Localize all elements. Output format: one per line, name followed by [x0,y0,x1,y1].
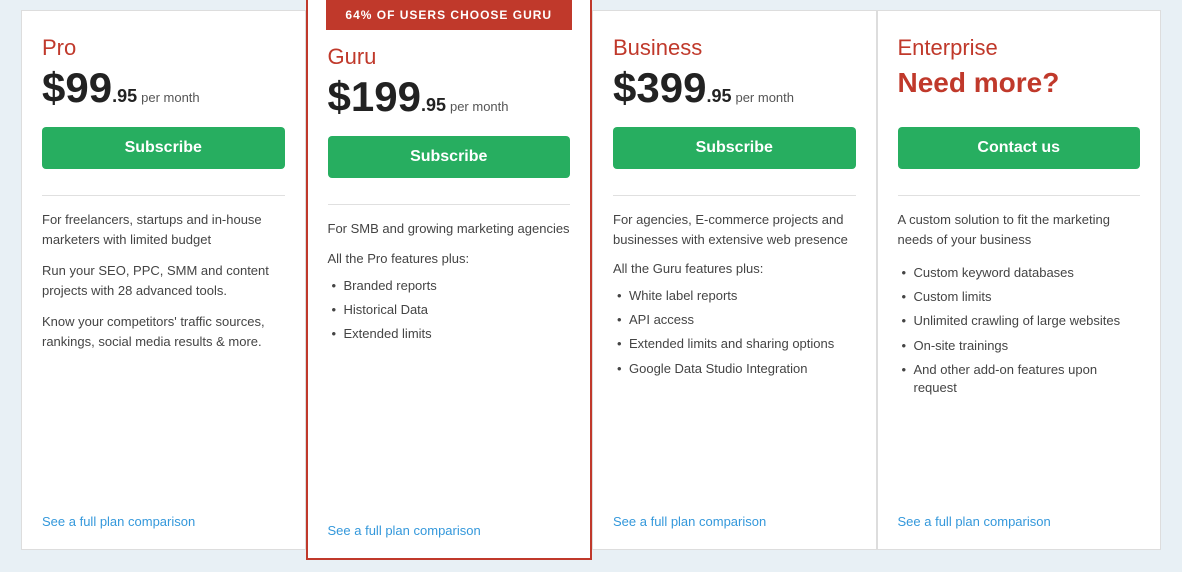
plan-price-business: $399 .95 per month [613,67,856,109]
price-cents-guru: .95 [421,95,446,116]
plan-description1-enterprise: A custom solution to fit the marketing n… [898,210,1141,249]
features-list-guru: Branded reports Historical Data Extended… [328,274,571,347]
feature-enterprise-2: Unlimited crawling of large websites [898,309,1141,333]
feature-guru-1: Historical Data [328,298,571,322]
plan-description2-pro: Run your SEO, PPC, SMM and content proje… [42,261,285,300]
features-list-enterprise: Custom keyword databases Custom limits U… [898,261,1141,400]
price-period-pro: per month [141,90,200,105]
contact-button-enterprise[interactable]: Contact us [898,127,1141,169]
feature-guru-2: Extended limits [328,322,571,346]
see-full-link-business[interactable]: See a full plan comparison [613,514,856,529]
features-intro-business: All the Guru features plus: [613,261,856,276]
plan-description1-pro: For freelancers, startups and in-house m… [42,210,285,249]
plan-price-guru: $199 .95 per month [328,76,571,118]
feature-guru-0: Branded reports [328,274,571,298]
subscribe-button-pro[interactable]: Subscribe [42,127,285,169]
need-more-enterprise: Need more? [898,67,1141,99]
featured-badge-guru: 64% OF USERS CHOOSE GURU [326,0,573,30]
feature-business-2: Extended limits and sharing options [613,332,856,356]
plan-card-pro: Pro $99 .95 per month Subscribe For free… [21,10,306,550]
plan-description1-guru: For SMB and growing marketing agencies [328,219,571,239]
subscribe-button-business[interactable]: Subscribe [613,127,856,169]
pricing-container: Pro $99 .95 per month Subscribe For free… [21,10,1161,560]
price-cents-pro: .95 [112,86,137,107]
price-period-guru: per month [450,99,509,114]
feature-enterprise-3: On-site trainings [898,334,1141,358]
plan-name-enterprise: Enterprise [898,35,1141,61]
plan-description1-business: For agencies, E-commerce projects and bu… [613,210,856,249]
see-full-link-enterprise[interactable]: See a full plan comparison [898,514,1141,529]
plan-card-enterprise: Enterprise Need more? Contact us A custo… [877,10,1162,550]
price-period-business: per month [735,90,794,105]
price-main-business: $399 [613,67,706,109]
feature-enterprise-0: Custom keyword databases [898,261,1141,285]
plan-card-guru: 64% OF USERS CHOOSE GURU Guru $199 .95 p… [306,0,593,560]
price-main-guru: $199 [328,76,421,118]
see-full-link-guru[interactable]: See a full plan comparison [328,523,571,538]
feature-business-1: API access [613,308,856,332]
price-main-pro: $99 [42,67,112,109]
feature-enterprise-4: And other add-on features upon request [898,358,1141,400]
features-intro-guru: All the Pro features plus: [328,251,571,266]
feature-enterprise-1: Custom limits [898,285,1141,309]
price-cents-business: .95 [706,86,731,107]
subscribe-button-guru[interactable]: Subscribe [328,136,571,178]
features-list-business: White label reports API access Extended … [613,284,856,381]
plan-price-pro: $99 .95 per month [42,67,285,109]
plan-name-guru: Guru [328,44,571,70]
plan-description3-pro: Know your competitors' traffic sources, … [42,312,285,351]
feature-business-3: Google Data Studio Integration [613,357,856,381]
plan-name-business: Business [613,35,856,61]
plan-card-business: Business $399 .95 per month Subscribe Fo… [592,10,877,550]
feature-business-0: White label reports [613,284,856,308]
see-full-link-pro[interactable]: See a full plan comparison [42,514,285,529]
plan-name-pro: Pro [42,35,285,61]
